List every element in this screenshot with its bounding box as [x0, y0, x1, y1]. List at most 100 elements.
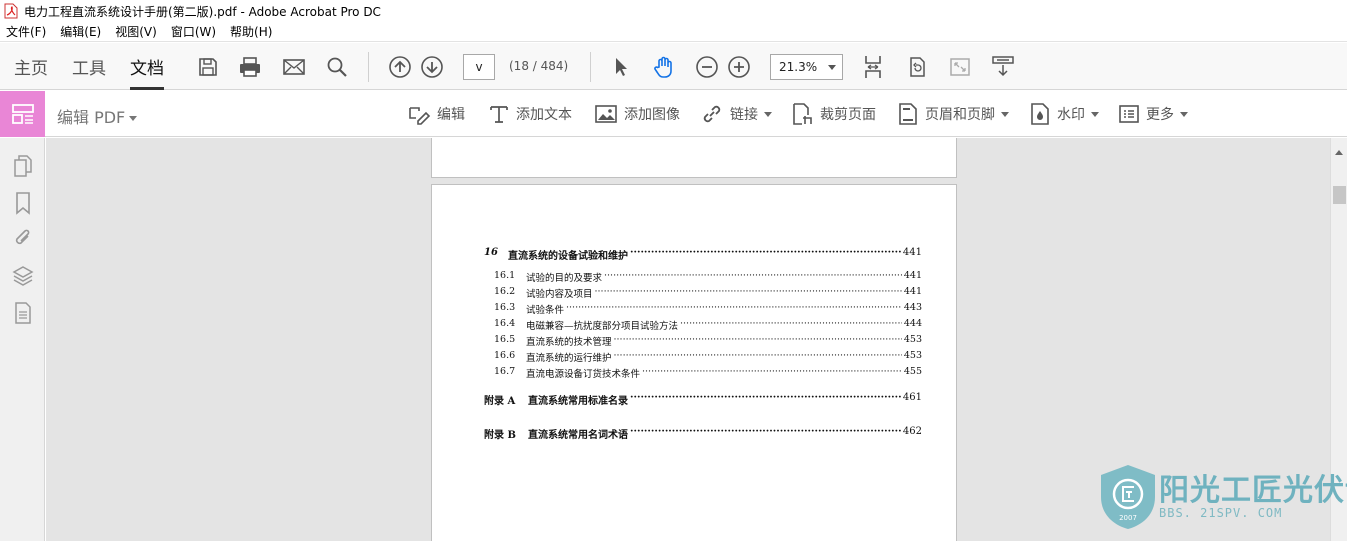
watermark-brand: 阳光工匠光伏论坛 [1159, 473, 1347, 508]
header-footer-button[interactable]: 页眉和页脚 [897, 91, 1009, 137]
toc-leader [614, 350, 902, 364]
toc-row: 16.2 试验内容及项目 441 [494, 286, 922, 300]
attachment-icon[interactable] [11, 226, 35, 250]
toc-appendix: 附录 B 直流系统常用名词术语 462 [484, 426, 922, 441]
pages-icon[interactable] [11, 154, 35, 178]
chevron-down-icon [129, 116, 138, 121]
chevron-down-icon [1001, 111, 1009, 117]
toc-appendix: 附录 A 直流系统常用标准名录 461 [484, 392, 922, 407]
bookmark-icon[interactable] [11, 191, 35, 215]
print-icon[interactable] [235, 52, 265, 82]
shield-logo-icon: 2007 [1101, 465, 1155, 529]
chevron-down-icon [828, 65, 836, 70]
next-page-icon[interactable] [417, 52, 447, 82]
add-image-button[interactable]: 添加图像 [594, 91, 680, 137]
edit-pdf-toolbar: 编辑 PDF 编辑 添加文本 添加图像 链接 裁剪页面 页眉和页脚 水印 更多 [0, 91, 1347, 137]
tab-bar: 主页 工具 文档 [14, 43, 188, 90]
content-icon[interactable] [11, 301, 35, 325]
save-icon[interactable] [193, 52, 223, 82]
toc-section-title: 试验的目的及要求 [526, 273, 603, 284]
toc-leader [614, 334, 902, 348]
select-arrow-icon[interactable] [606, 52, 636, 82]
menu-window[interactable]: 窗口(W) [171, 23, 216, 40]
toc-section-title: 电磁兼容—抗扰度部分项目试验方法 [526, 321, 679, 332]
menu-view[interactable]: 视图(V) [115, 23, 157, 40]
toc-leader [680, 318, 902, 332]
search-icon[interactable] [322, 52, 352, 82]
toc-page-number: 453 [903, 350, 922, 361]
header-footer-label: 页眉和页脚 [925, 107, 995, 123]
pdf-page: 16 直流系统的设备试验和维护 441 16.1 试验的目的及要求 441 16… [431, 184, 957, 541]
menu-edit[interactable]: 编辑(E) [60, 23, 101, 40]
more-button[interactable]: 更多 [1118, 91, 1188, 137]
chevron-down-icon [764, 111, 772, 117]
edit-button[interactable]: 编辑 [407, 91, 465, 137]
previous-page [431, 138, 957, 178]
toc-page-number: 443 [903, 302, 922, 313]
window-title: 电力工程直流系统设计手册(第二版).pdf - Adobe Acrobat Pr… [24, 4, 381, 19]
page-number-input[interactable]: v [463, 54, 495, 80]
toc-page-number: 441 [903, 286, 922, 297]
tab-home[interactable]: 主页 [14, 43, 48, 90]
toc-leader [595, 286, 902, 300]
edit-pdf-tool-icon[interactable] [0, 91, 45, 137]
toc-leader [630, 392, 901, 407]
toc-page-number: 441 [902, 247, 922, 258]
menu-help[interactable]: 帮助(H) [230, 23, 272, 40]
zoom-value: 21.3% [779, 60, 818, 74]
edit-label: 编辑 [437, 107, 465, 123]
prev-page-icon[interactable] [385, 52, 415, 82]
link-button[interactable]: 链接 [700, 91, 772, 137]
toc-appendix-title: 直流系统常用名词术语 [528, 430, 628, 441]
toc-chapter: 16 直流系统的设备试验和维护 441 [484, 247, 922, 262]
toolbar-divider [590, 52, 591, 82]
rotate-icon[interactable] [902, 52, 932, 82]
toc-leader [566, 302, 902, 316]
tab-document[interactable]: 文档 [130, 43, 164, 90]
scroll-up-icon[interactable] [1335, 150, 1343, 155]
add-image-label: 添加图像 [624, 107, 680, 123]
scroll-thumb[interactable] [1333, 186, 1346, 204]
toc-leader [604, 270, 902, 284]
toc-page-number: 462 [902, 426, 922, 437]
chevron-down-icon [1091, 111, 1099, 117]
zoom-out-icon[interactable] [692, 52, 722, 82]
toc-section-title: 直流系统的技术管理 [526, 337, 612, 348]
left-navigation-panel [0, 138, 45, 541]
add-text-button[interactable]: 添加文本 [488, 91, 572, 137]
watermark-label: 水印 [1057, 107, 1085, 123]
toc-row: 16.6 直流系统的运行维护 453 [494, 350, 922, 364]
toc-row: 16.5 直流系统的技术管理 453 [494, 334, 922, 348]
menu-file[interactable]: 文件(F) [6, 23, 46, 40]
edit-pdf-title[interactable]: 编辑 PDF [57, 104, 138, 128]
watermark-site: BBS. 21SPV. COM [1159, 506, 1283, 520]
toc-row: 16.7 直流电源设备订货技术条件 455 [494, 366, 922, 380]
toc-section-title: 直流电源设备订货技术条件 [526, 369, 641, 380]
toc-section-title: 试验条件 [526, 305, 565, 316]
hand-icon[interactable] [649, 52, 679, 82]
watermark-button[interactable]: 水印 [1029, 91, 1099, 137]
tab-tools[interactable]: 工具 [72, 43, 106, 90]
crop-pages-label: 裁剪页面 [820, 107, 876, 123]
edit-pdf-label: 编辑 PDF [57, 108, 126, 127]
crop-pages-button[interactable]: 裁剪页面 [790, 91, 876, 137]
mail-icon[interactable] [279, 52, 309, 82]
fit-page-icon[interactable] [858, 52, 888, 82]
add-text-label: 添加文本 [516, 107, 572, 123]
fullscreen-icon[interactable] [945, 52, 975, 82]
more-label: 更多 [1146, 107, 1174, 123]
menu-bar: 文件(F) 编辑(E) 视图(V) 窗口(W) 帮助(H) [0, 22, 1347, 42]
toolbar-divider [368, 52, 369, 82]
chevron-down-icon [1180, 111, 1188, 117]
toc-section-title: 试验内容及项目 [526, 289, 593, 300]
toc-row: 16.1 试验的目的及要求 441 [494, 270, 922, 284]
pdf-file-icon [4, 3, 18, 19]
toc-section-title: 直流系统的运行维护 [526, 353, 612, 364]
toc-appendix-title: 直流系统常用标准名录 [528, 396, 628, 407]
layers-icon[interactable] [11, 264, 35, 288]
title-bar: 电力工程直流系统设计手册(第二版).pdf - Adobe Acrobat Pr… [0, 0, 1347, 22]
toc-page-number: 444 [903, 318, 922, 329]
read-mode-icon[interactable] [988, 52, 1018, 82]
zoom-select[interactable]: 21.3% [770, 54, 843, 80]
zoom-in-icon[interactable] [724, 52, 754, 82]
